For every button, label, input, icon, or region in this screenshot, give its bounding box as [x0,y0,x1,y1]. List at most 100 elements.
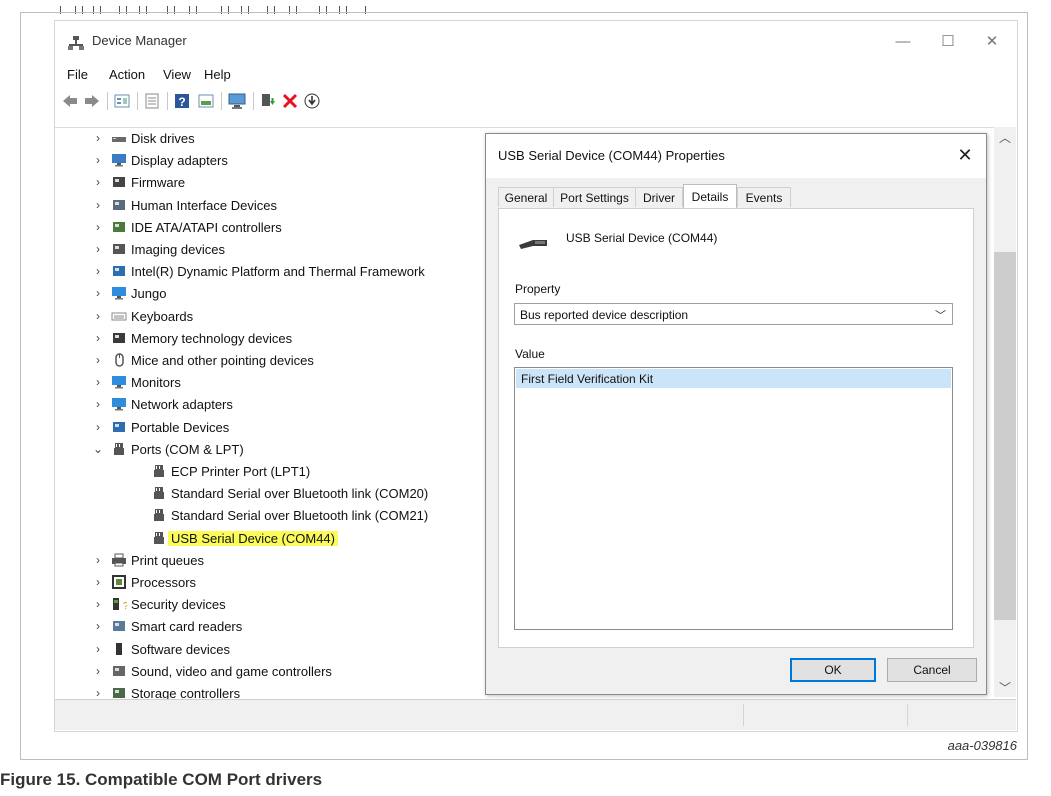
tree-item-label: Ports (COM & LPT) [131,441,244,457]
scrollbar-thumb[interactable] [994,252,1016,620]
vertical-scrollbar[interactable]: ︿ ﹀ [994,127,1016,697]
scroll-up-icon[interactable]: ︿ [994,129,1016,146]
tree-item-label: Standard Serial over Bluetooth link (COM… [171,508,429,524]
scan-hardware-icon[interactable] [227,92,247,110]
resource-view-icon[interactable] [197,92,215,110]
forward-icon[interactable] [83,92,101,110]
tree-item-label: Processors [131,575,197,590]
tree-item-label: Portable Devices [131,419,230,435]
chevron-right-icon[interactable]: › [93,286,103,300]
toolbar-separator [167,92,168,110]
chevron-right-icon[interactable]: › [93,619,103,633]
display-icon [112,154,126,167]
port-icon [154,531,164,544]
network-icon [112,398,126,411]
chevron-right-icon[interactable]: › [93,175,103,189]
tree-item-label: IDE ATA/ATAPI controllers [131,219,282,235]
processor-icon [112,575,126,589]
toolbar: ? [55,88,1017,114]
chevron-right-icon[interactable]: › [93,397,103,411]
help-icon[interactable]: ? [173,92,191,110]
device-name: USB Serial Device (COM44) [566,231,718,245]
menu-view[interactable]: View [163,67,191,82]
update-driver-icon[interactable] [259,92,277,110]
chevron-down-icon: ﹀ [935,310,946,322]
chevron-right-icon[interactable]: › [93,198,103,212]
chevron-right-icon[interactable]: › [93,664,103,678]
back-icon[interactable] [61,92,79,110]
tree-item-label: Software devices [131,641,230,657]
chevron-right-icon[interactable]: › [93,575,103,589]
chevron-down-icon[interactable]: ⌄ [93,442,103,456]
chevron-right-icon[interactable]: › [93,153,103,167]
figure-caption: Figure 15. Compatible COM Port drivers [0,770,323,789]
chevron-right-icon[interactable]: › [93,331,103,345]
software-icon [116,642,122,655]
dialog-title: USB Serial Device (COM44) Properties [498,148,725,163]
chevron-right-icon[interactable]: › [93,131,103,145]
toolbar-separator [137,92,138,110]
keyboard-icon [111,312,127,321]
tab-port-settings[interactable]: Port Settings [553,187,636,207]
security-icon: ? [113,598,127,611]
tab-driver[interactable]: Driver [635,187,683,207]
tree-item-label: Memory technology devices [131,330,293,346]
tree-item-label: Keyboards [131,308,194,324]
storage-icon [113,688,125,698]
scroll-down-icon[interactable]: ﹀ [994,679,1016,696]
chevron-right-icon[interactable]: › [93,597,103,611]
chevron-right-icon[interactable]: › [93,553,103,567]
tab-events[interactable]: Events [737,187,791,207]
window-title: Device Manager [92,33,187,48]
device-manager-icon [68,36,84,50]
chevron-right-icon[interactable]: › [93,420,103,434]
disk-icon [112,137,126,142]
chevron-right-icon[interactable]: › [93,220,103,234]
tree-item-label: Firmware [131,175,186,191]
status-bar [55,699,1016,730]
details-panel: USB Serial Device (COM44) Property Bus r… [498,208,974,648]
chevron-right-icon[interactable]: › [93,309,103,323]
tab-general[interactable]: General [498,187,554,207]
tree-item-label: Disk drives [131,131,195,146]
uninstall-icon[interactable] [281,92,299,110]
value-list-item[interactable]: First Field Verification Kit [516,369,951,388]
download-icon[interactable] [303,92,321,110]
ok-button[interactable]: OK [790,658,876,682]
menu-help[interactable]: Help [204,67,231,82]
tree-item-label: Jungo [131,286,167,302]
status-cell [743,704,744,726]
tree-item-label: Sound, video and game controllers [131,663,332,679]
printer-icon [112,553,126,567]
chevron-right-icon[interactable]: › [93,264,103,278]
tree-item-label: Imaging devices [131,242,225,257]
chevron-right-icon[interactable]: › [93,686,103,700]
properties-view-icon[interactable] [113,92,131,110]
minimize-button[interactable]: — [888,30,918,54]
svg-text:?: ? [178,95,185,109]
close-button[interactable]: ✕ [977,30,1007,54]
tree-item-label: Security devices [131,597,226,613]
tree-item-label: Intel(R) Dynamic Platform and Thermal Fr… [131,264,425,280]
cancel-button[interactable]: Cancel [887,658,977,682]
value-list[interactable]: First Field Verification Kit [514,367,953,630]
show-list-icon[interactable] [143,92,161,110]
menu-action[interactable]: Action [109,67,145,82]
svg-text:?: ? [123,601,127,611]
mouse-icon [115,353,124,367]
maximize-button[interactable]: ☐ [933,30,963,54]
properties-dialog: USB Serial Device (COM44) Properties ✕ G… [485,133,987,695]
portable-icon [113,421,125,432]
chevron-right-icon[interactable]: › [93,242,103,256]
property-select-value: Bus reported device description [520,308,689,322]
menu-file[interactable]: File [67,67,88,82]
chevron-right-icon[interactable]: › [93,353,103,367]
tab-details[interactable]: Details [683,184,737,208]
chevron-right-icon[interactable]: › [93,642,103,656]
property-select[interactable]: Bus reported device description ﹀ [514,303,953,325]
port-icon [154,509,164,522]
dialog-close-button[interactable]: ✕ [952,142,978,168]
monitor-icon [112,287,126,300]
chevron-right-icon[interactable]: › [93,375,103,389]
ide-icon [113,221,125,232]
